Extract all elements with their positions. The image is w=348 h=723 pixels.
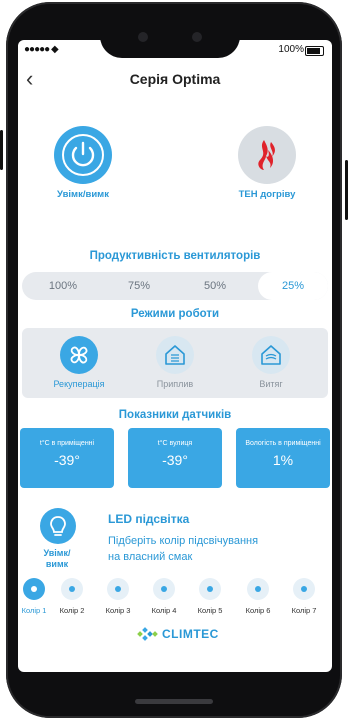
mode-recuperation-label: Рекуперація [53, 379, 105, 389]
fan-speed-selector: 100% 75% 50% 25% [22, 272, 328, 300]
camera-icon [138, 32, 148, 42]
mode-recuperation[interactable]: Рекуперація [44, 336, 114, 389]
phone-notch [100, 18, 240, 58]
color-dot-icon [153, 578, 175, 600]
house-supply-icon [156, 336, 194, 374]
fan-option-75[interactable]: 75% [104, 272, 174, 300]
power-label: Увімк/вимк [57, 189, 109, 200]
volume-button [0, 130, 3, 170]
color-option-6[interactable]: Колір 6 [238, 578, 278, 615]
home-indicator [135, 699, 213, 704]
recuperation-icon [60, 336, 98, 374]
sensor-value: 1% [272, 452, 294, 468]
sensor-indoor-temp: t°C в приміщенні -39° [20, 428, 114, 488]
sensor-value: -39° [54, 452, 80, 468]
lightbulb-icon [50, 516, 66, 536]
app-screen: ●●●●● ◆ 9:41 AM 100% ‹ Серія Optima Увім… [18, 40, 332, 672]
color-option-5[interactable]: Колір 5 [190, 578, 230, 615]
house-exhaust-icon [252, 336, 290, 374]
color-option-1[interactable]: Колір 1 [18, 578, 54, 615]
color-label: Колір 7 [291, 606, 317, 615]
sensor-icon [192, 32, 202, 42]
sensors-section-title: Показники датчиків [118, 409, 232, 421]
fan-option-100[interactable]: 100% [28, 272, 98, 300]
heater-button[interactable] [238, 126, 296, 184]
heater-label: ТЕН догріву [238, 189, 296, 200]
page-title: Серія Optima [129, 71, 221, 87]
color-dot-icon [199, 578, 221, 600]
color-label: Колір 4 [151, 606, 177, 615]
sensor-value: -39° [162, 452, 188, 468]
sensor-outdoor-temp: t°C вулиця -39° [128, 428, 222, 488]
color-option-2[interactable]: Колір 2 [52, 578, 92, 615]
flame-icon [258, 140, 275, 170]
led-title: LED підсвітка [108, 512, 190, 526]
mode-supply-label: Приплив [156, 379, 194, 389]
mode-exhaust[interactable]: Витяг [236, 336, 306, 389]
climtec-logo: CLIMTEC [136, 624, 256, 644]
modes-section-title: Режими роботи [130, 308, 220, 320]
color-label: Колір 6 [245, 606, 271, 615]
battery-percent: 100% [278, 44, 304, 55]
color-option-7[interactable]: Колір 7 [284, 578, 324, 615]
logo-text: CLIMTEC [162, 627, 219, 641]
mode-supply[interactable]: Приплив [140, 336, 210, 389]
led-subtitle-line: на власний смак [108, 551, 193, 563]
led-subtitle: Підберіть колір підсвічування на власний… [108, 533, 258, 565]
sensor-humidity: Вологість в приміщенні 1% [236, 428, 330, 488]
logo-mark-icon [137, 627, 158, 641]
color-option-4[interactable]: Колір 4 [144, 578, 184, 615]
color-dot-icon [61, 578, 83, 600]
color-option-3[interactable]: Колір 3 [98, 578, 138, 615]
color-label: Колір 1 [21, 606, 47, 615]
power-button[interactable] [54, 126, 112, 184]
color-dot-icon [247, 578, 269, 600]
fan-option-50[interactable]: 50% [180, 272, 250, 300]
sensor-name: t°C вулиця [157, 440, 193, 447]
led-subtitle-line: Підберіть колір підсвічування [108, 535, 259, 547]
mode-exhaust-label: Витяг [259, 379, 283, 389]
color-dot-icon [293, 578, 315, 600]
fan-option-25[interactable]: 25% [258, 272, 328, 300]
color-label: Колір 3 [105, 606, 131, 615]
battery-icon [305, 46, 324, 56]
led-toggle-label: Увімк/ вимк [43, 548, 71, 569]
modes-panel: Рекуперація Приплив Витяг [22, 328, 328, 398]
power-icon [62, 134, 104, 176]
color-label: Колір 2 [59, 606, 85, 615]
sensor-name: t°C в приміщенні [39, 440, 95, 447]
nav-bar: ‹ Серія Optima [18, 64, 332, 94]
sensor-name: Вологість в приміщенні [245, 440, 321, 447]
color-dot-icon [107, 578, 129, 600]
color-dot-icon [23, 578, 45, 600]
led-toggle-button[interactable] [40, 508, 76, 544]
color-label: Колір 5 [197, 606, 223, 615]
fan-section-title: Продуктивність вентиляторів [89, 250, 261, 262]
